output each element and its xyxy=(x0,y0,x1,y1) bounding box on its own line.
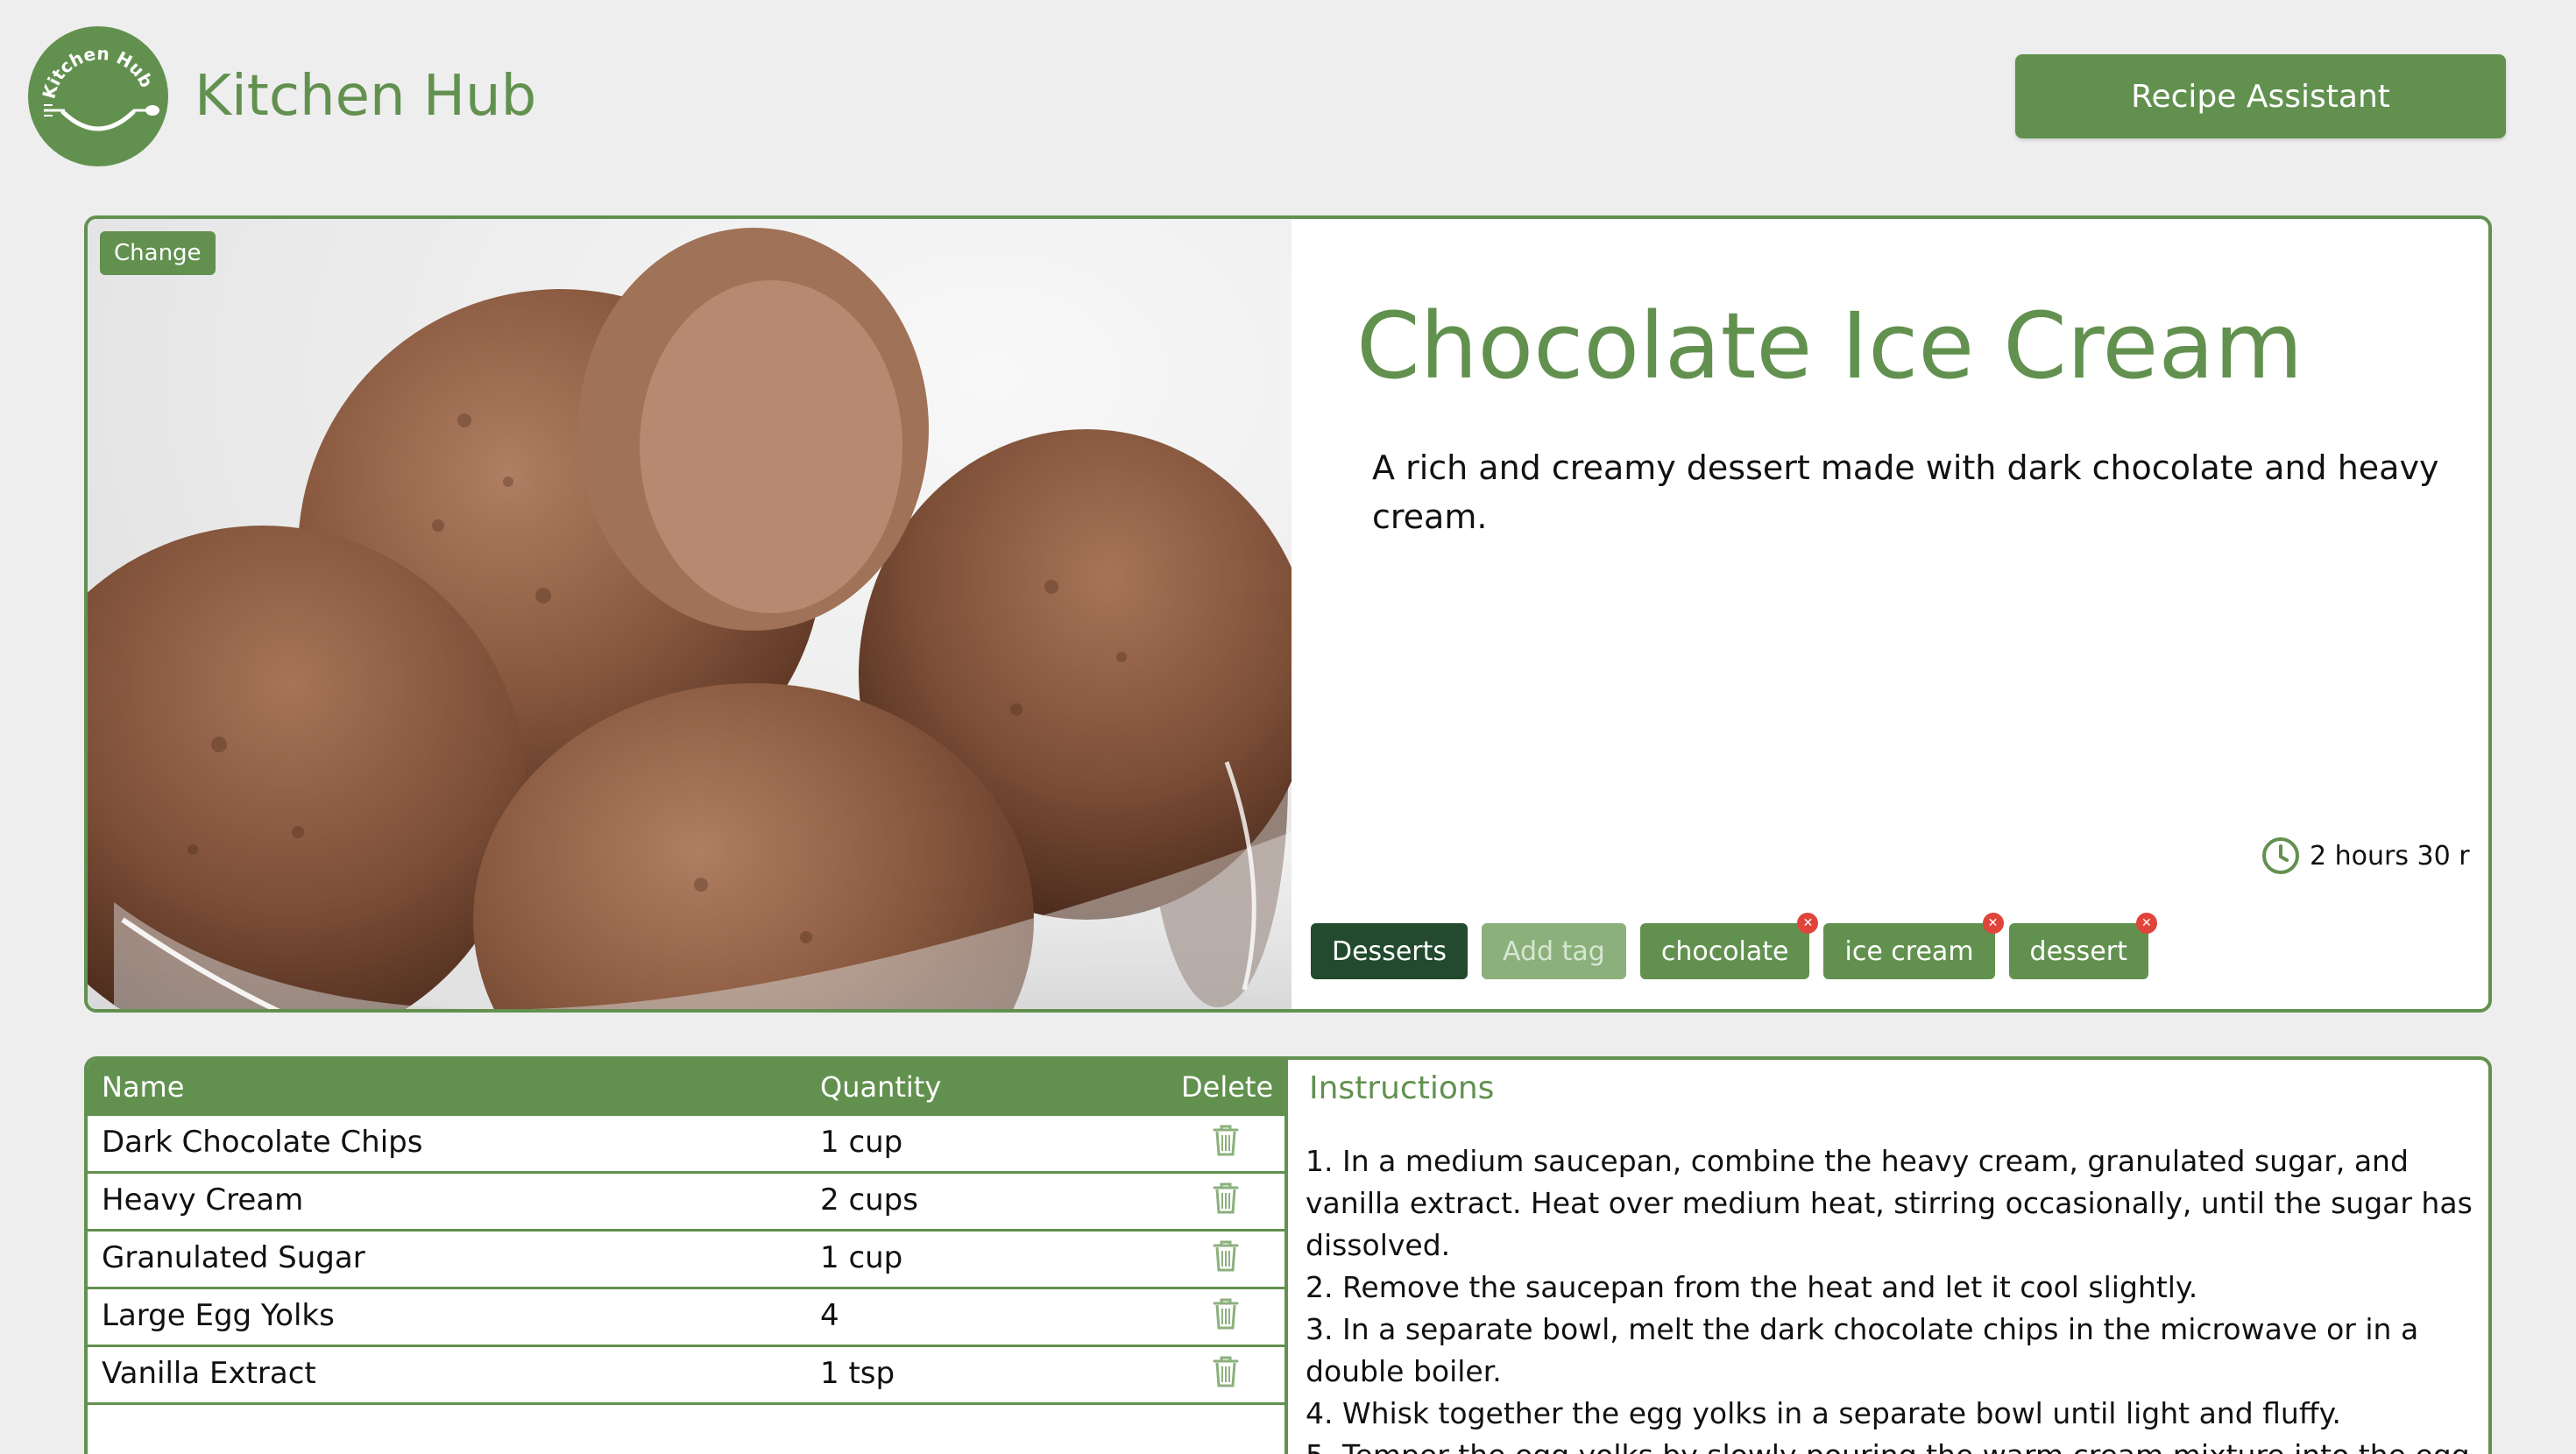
ice-cream-illustration xyxy=(88,228,1292,1009)
logo-text: Kitchen Hub xyxy=(38,43,157,101)
add-tag-placeholder: Add tag xyxy=(1503,935,1605,967)
ingredients-table: Name Quantity Delete Dark Chocolate Chip… xyxy=(84,1056,1288,1454)
remove-tag-icon[interactable]: ✕ xyxy=(1797,913,1819,934)
table-row: Heavy Cream 2 cups xyxy=(88,1174,1288,1232)
trash-icon[interactable] xyxy=(1211,1239,1241,1274)
trash-icon[interactable] xyxy=(1211,1354,1241,1389)
recipe-hero-card: Change Chocolate Ice Cream A rich and cr… xyxy=(84,215,2492,1013)
table-row: Vanilla Extract 1 tsp xyxy=(88,1347,1288,1405)
tag-label: chocolate xyxy=(1660,935,1789,967)
instruction-step: 2. Remove the saucepan from the heat and… xyxy=(1306,1270,2198,1304)
clock-icon xyxy=(2262,837,2299,874)
tag-list: Desserts Add tag chocolate ✕ ice cream ✕… xyxy=(1311,913,2157,979)
table-body: Dark Chocolate Chips 1 cup Heavy Cream 2 cu… xyxy=(88,1116,1288,1405)
recipe-photo: Change xyxy=(88,219,1292,1009)
instructions-text[interactable]: 1. In a medium saucepan, combine the hea… xyxy=(1306,1140,2480,1454)
ingredient-name[interactable]: Vanilla Extract xyxy=(102,1356,316,1391)
spoon-icon xyxy=(133,105,159,116)
logo-graphic: Kitchen Hub xyxy=(38,43,159,131)
add-tag-input[interactable]: Add tag xyxy=(1482,923,1626,979)
instruction-step: 3. In a separate bowl, melt the dark cho… xyxy=(1306,1312,2419,1388)
header-name: Name xyxy=(102,1070,185,1104)
recipe-description[interactable]: A rich and creamy dessert made with dark… xyxy=(1372,443,2459,541)
tag-label: Desserts xyxy=(1332,935,1447,967)
cook-time: 2 hours 30 r xyxy=(2261,836,2470,876)
table-row: Dark Chocolate Chips 1 cup xyxy=(88,1116,1288,1174)
ingredient-quantity[interactable]: 2 cups xyxy=(820,1182,918,1218)
table-row: Large Egg Yolks 4 xyxy=(88,1289,1288,1347)
instructions-panel: Instructions 1. In a medium saucepan, co… xyxy=(1284,1056,2492,1454)
brand-name: Kitchen Hub xyxy=(195,64,537,129)
instructions-title: Instructions xyxy=(1309,1070,1495,1106)
instruction-step: 4. Whisk together the egg yolks in a sep… xyxy=(1306,1396,2341,1430)
tag-chocolate[interactable]: chocolate ✕ xyxy=(1639,913,1819,979)
trash-icon[interactable] xyxy=(1211,1123,1241,1158)
tag-desserts[interactable]: Desserts xyxy=(1311,923,1468,979)
tag-label: dessert xyxy=(2029,935,2127,967)
table-header: Name Quantity Delete xyxy=(88,1060,1288,1116)
remove-tag-icon[interactable]: ✕ xyxy=(2135,913,2157,934)
kitchen-hub-logo[interactable]: Kitchen Hub xyxy=(28,26,168,166)
table-row: Granulated Sugar 1 cup xyxy=(88,1232,1288,1289)
ingredient-name[interactable]: Large Egg Yolks xyxy=(102,1298,335,1333)
tag-label: ice cream xyxy=(1844,935,1974,967)
ingredient-quantity[interactable]: 1 cup xyxy=(820,1240,902,1275)
trash-icon[interactable] xyxy=(1211,1296,1241,1331)
change-photo-button[interactable]: Change xyxy=(100,231,216,275)
ingredient-quantity[interactable]: 1 cup xyxy=(820,1125,902,1160)
ingredient-quantity[interactable]: 1 tsp xyxy=(820,1356,895,1391)
recipe-title[interactable]: Chocolate Ice Cream xyxy=(1356,289,2303,403)
ingredient-name[interactable]: Dark Chocolate Chips xyxy=(102,1125,422,1160)
header-quantity: Quantity xyxy=(820,1070,942,1104)
trash-icon[interactable] xyxy=(1211,1181,1241,1216)
ingredient-name[interactable]: Granulated Sugar xyxy=(102,1240,365,1275)
remove-tag-icon[interactable]: ✕ xyxy=(1982,913,2004,934)
fork-icon xyxy=(44,104,65,116)
ingredient-quantity[interactable]: 4 xyxy=(820,1298,839,1333)
instruction-step: 1. In a medium saucepan, combine the hea… xyxy=(1306,1144,2473,1262)
tag-ice-cream[interactable]: ice cream ✕ xyxy=(1823,913,2004,979)
header-delete: Delete xyxy=(1181,1070,1274,1104)
tag-dessert[interactable]: dessert ✕ xyxy=(2008,913,2157,979)
ingredient-name[interactable]: Heavy Cream xyxy=(102,1182,303,1218)
svg-text:Kitchen Hub: Kitchen Hub xyxy=(38,43,157,101)
instruction-step: 5. Temper the egg yolks by slowly pourin… xyxy=(1306,1435,2480,1454)
cook-time-text[interactable]: 2 hours 30 r xyxy=(2310,841,2470,872)
recipe-assistant-button[interactable]: Recipe Assistant xyxy=(2015,54,2506,138)
